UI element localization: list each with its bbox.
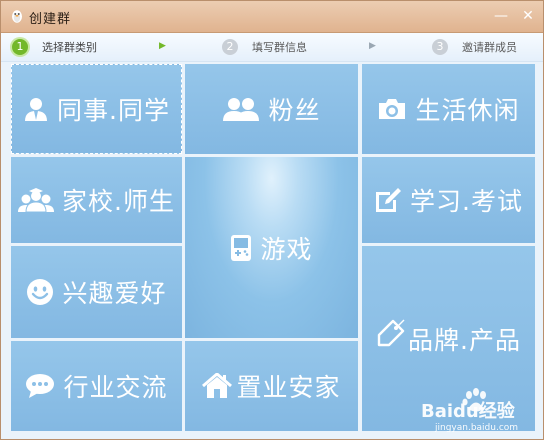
step-3: 3 邀请群成员 <box>432 38 517 56</box>
category-label: 同事.同学 <box>57 96 170 125</box>
person-icon <box>25 98 48 121</box>
category-tile-brand[interactable]: 品牌.产品 <box>362 246 535 431</box>
chat-bubble-icon <box>26 374 55 398</box>
step-1: 1 选择群类别 <box>12 38 97 56</box>
category-tile-fans[interactable]: 粉丝 <box>185 64 358 154</box>
qq-penguin-icon <box>12 10 22 23</box>
step-arrow-icon: ▶ <box>159 41 166 51</box>
category-tile-housing[interactable]: 置业安家 <box>185 341 358 431</box>
camera-icon <box>379 99 406 119</box>
category-label: 家校.师生 <box>62 187 175 216</box>
tag-icon <box>377 319 405 346</box>
people-icon <box>223 98 260 121</box>
step-indicator: 1 选择群类别 ▶ 2 填写群信息 ▶ 3 邀请群成员 <box>1 33 543 62</box>
close-button[interactable]: ✕ <box>518 7 538 25</box>
category-label: 粉丝 <box>268 96 321 125</box>
gamepad-icon <box>231 234 252 261</box>
category-tile-leisure[interactable]: 生活休闲 <box>362 64 535 154</box>
title-bar[interactable]: 创建群 — ✕ <box>1 1 543 33</box>
category-label: 置业安家 <box>236 373 341 402</box>
category-tile-study[interactable]: 学习.考试 <box>362 157 535 243</box>
smiley-icon <box>27 279 54 305</box>
category-tile-hobbies[interactable]: 兴趣爱好 <box>11 246 182 338</box>
create-group-window: 创建群 — ✕ 1 选择群类别 ▶ 2 填写群信息 ▶ 3 邀请群成员 同事.同… <box>0 0 544 440</box>
category-tile-school[interactable]: 家校.师生 <box>11 157 182 243</box>
category-label: 学习.考试 <box>410 187 523 216</box>
house-icon <box>202 373 233 398</box>
step-2-label: 填写群信息 <box>252 41 307 54</box>
minimize-button[interactable]: — <box>491 7 511 25</box>
step-arrow-icon: ▶ <box>369 41 376 51</box>
category-label: 品牌.产品 <box>408 325 521 355</box>
step-3-label: 邀请群成员 <box>462 41 517 54</box>
category-label: 游戏 <box>260 234 313 264</box>
category-label: 行业交流 <box>63 373 168 402</box>
step-3-number: 3 <box>432 39 448 55</box>
category-label: 兴趣爱好 <box>62 279 167 308</box>
step-1-number: 1 <box>12 39 28 55</box>
teacher-students-icon <box>18 188 55 212</box>
window-title: 创建群 <box>29 12 72 27</box>
pencil-icon <box>376 188 402 212</box>
category-tile-industry[interactable]: 行业交流 <box>11 341 182 431</box>
step-2: 2 填写群信息 <box>222 38 307 56</box>
category-tile-games[interactable]: 游戏 <box>185 157 358 338</box>
step-2-number: 2 <box>222 39 238 55</box>
step-1-label: 选择群类别 <box>42 41 97 54</box>
category-tile-coworker-classmate[interactable]: 同事.同学 <box>11 64 182 154</box>
category-label: 生活休闲 <box>415 96 520 125</box>
